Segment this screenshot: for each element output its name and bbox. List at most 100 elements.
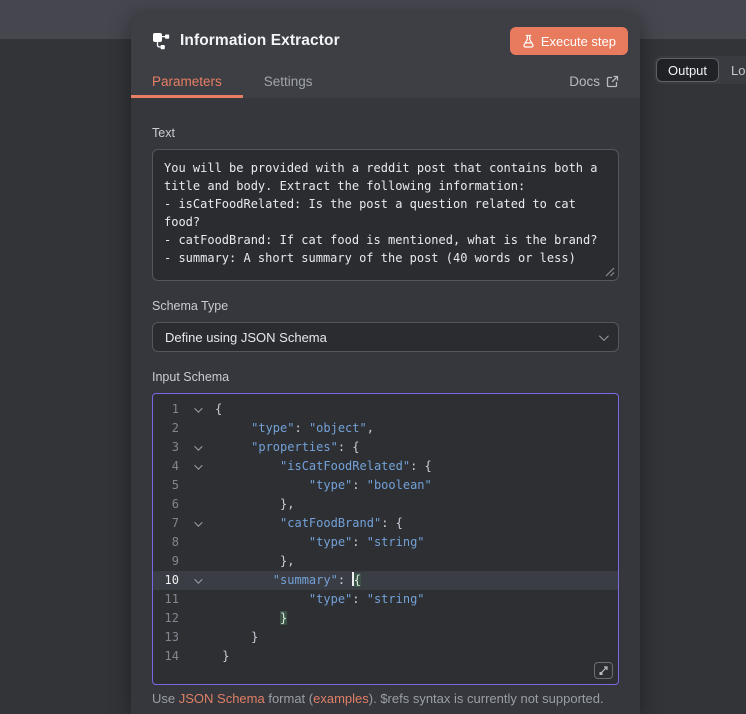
fold-chevron-icon xyxy=(194,517,203,527)
page-title: Information Extractor xyxy=(180,32,340,49)
tab-parameters-label: Parameters xyxy=(152,73,222,89)
tab-output[interactable]: Output xyxy=(656,58,720,82)
code-line-7[interactable]: 7 "catFoodBrand": { xyxy=(153,514,618,533)
code-text: } xyxy=(215,649,230,663)
text-field-label: Text xyxy=(152,126,175,140)
code-text: "type": "boolean" xyxy=(308,478,432,492)
code-line-10[interactable]: 10 "summary": { xyxy=(153,571,618,590)
fold-toggle[interactable] xyxy=(179,514,215,533)
code-text: "type": "object", xyxy=(251,421,374,435)
line-number: 3 xyxy=(171,440,179,454)
output-logs-switcher: Output Logs xyxy=(654,56,746,84)
line-number: 7 xyxy=(171,516,179,530)
code-line-12[interactable]: 12 } xyxy=(153,609,618,628)
text-input[interactable]: You will be provided with a reddit post … xyxy=(152,149,619,281)
execute-step-label: Execute step xyxy=(540,33,616,49)
code-text: }, xyxy=(215,497,295,511)
code-text: "type": "string" xyxy=(308,592,425,606)
workflow-node-icon xyxy=(153,33,170,50)
line-number: 5 xyxy=(171,478,179,492)
code-line-11[interactable]: 11 "type": "string" xyxy=(153,590,618,609)
format-code-icon xyxy=(599,666,608,675)
line-number: 9 xyxy=(171,554,179,568)
tab-settings[interactable]: Settings xyxy=(243,64,334,98)
code-line-5[interactable]: 5 "type": "boolean" xyxy=(153,476,618,495)
tab-output-label: Output xyxy=(668,62,708,78)
tab-logs-label: Logs xyxy=(731,62,746,78)
fold-toggle[interactable] xyxy=(179,400,215,419)
line-number: 11 xyxy=(164,592,179,606)
fold-toggle[interactable] xyxy=(179,438,215,457)
code-text: "type": "string" xyxy=(308,535,425,549)
line-number: 1 xyxy=(171,402,179,416)
tab-logs[interactable]: Logs xyxy=(721,63,746,78)
fold-chevron-icon xyxy=(194,403,203,413)
tab-parameters[interactable]: Parameters xyxy=(131,64,243,98)
schema-footer-note: Use JSON Schema format (examples). $refs… xyxy=(152,691,619,706)
code-line-6[interactable]: 6 }, xyxy=(153,495,618,514)
line-number: 8 xyxy=(171,535,179,549)
line-number: 14 xyxy=(164,649,179,663)
code-line-13[interactable]: 13 } xyxy=(153,628,618,647)
code-text: } xyxy=(215,630,259,644)
line-number: 2 xyxy=(171,421,179,435)
code-line-4[interactable]: 4 "isCatFoodRelated": { xyxy=(153,457,618,476)
code-text: } xyxy=(280,611,288,625)
code-text: "summary": { xyxy=(272,572,362,587)
footer-pre: Use xyxy=(152,691,179,706)
tabs-row: Parameters Settings Docs xyxy=(131,64,640,98)
code-line-2[interactable]: 2 "type": "object", xyxy=(153,419,618,438)
flask-icon xyxy=(523,34,534,48)
json-schema-editor[interactable]: 1{2 "type": "object", 3 "properties": {4 … xyxy=(152,393,619,685)
code-line-8[interactable]: 8 "type": "string" xyxy=(153,533,618,552)
execute-step-button[interactable]: Execute step xyxy=(509,27,628,55)
examples-link[interactable]: examples xyxy=(313,691,369,706)
footer-post: ). $refs syntax is currently not support… xyxy=(368,691,604,706)
code-line-3[interactable]: 3 "properties": { xyxy=(153,438,618,457)
code-text: "catFoodBrand": { xyxy=(280,516,403,530)
input-schema-label: Input Schema xyxy=(152,370,230,384)
line-number: 12 xyxy=(164,611,179,625)
fold-toggle[interactable] xyxy=(179,457,215,476)
schema-type-select[interactable]: Define using JSON Schema xyxy=(152,322,619,352)
line-number: 4 xyxy=(171,459,179,473)
line-number: 13 xyxy=(164,630,179,644)
format-code-button[interactable] xyxy=(594,662,613,679)
code-line-1[interactable]: 1{ xyxy=(153,400,618,419)
footer-mid: format ( xyxy=(264,691,314,706)
chevron-down-icon xyxy=(598,330,609,341)
docs-label: Docs xyxy=(569,73,600,89)
code-text: "properties": { xyxy=(251,440,360,454)
line-number: 6 xyxy=(171,497,179,511)
schema-type-label: Schema Type xyxy=(152,299,229,313)
json-schema-link[interactable]: JSON Schema xyxy=(179,691,265,706)
parameters-form: Text You will be provided with a reddit … xyxy=(131,98,640,706)
information-extractor-panel: Information Extractor Execute step Param… xyxy=(131,14,640,714)
code-lines: 1{2 "type": "object", 3 "properties": {4 … xyxy=(153,400,618,666)
code-line-9[interactable]: 9 }, xyxy=(153,552,618,571)
title-row: Information Extractor Execute step xyxy=(131,14,640,64)
fold-chevron-icon xyxy=(194,460,203,470)
tab-settings-label: Settings xyxy=(263,73,313,89)
fold-toggle[interactable] xyxy=(179,571,215,590)
code-text: }, xyxy=(215,554,295,568)
line-number: 10 xyxy=(164,573,179,587)
panel-header: Information Extractor Execute step Param… xyxy=(131,14,640,98)
external-link-icon xyxy=(606,75,619,87)
text-field-wrap: You will be provided with a reddit post … xyxy=(152,149,619,281)
schema-type-value: Define using JSON Schema xyxy=(165,329,327,345)
fold-chevron-icon xyxy=(194,441,203,451)
code-text: "isCatFoodRelated": { xyxy=(280,459,432,473)
code-line-14[interactable]: 14 } xyxy=(153,647,618,666)
docs-link[interactable]: Docs xyxy=(569,74,619,89)
code-text: { xyxy=(215,402,223,416)
